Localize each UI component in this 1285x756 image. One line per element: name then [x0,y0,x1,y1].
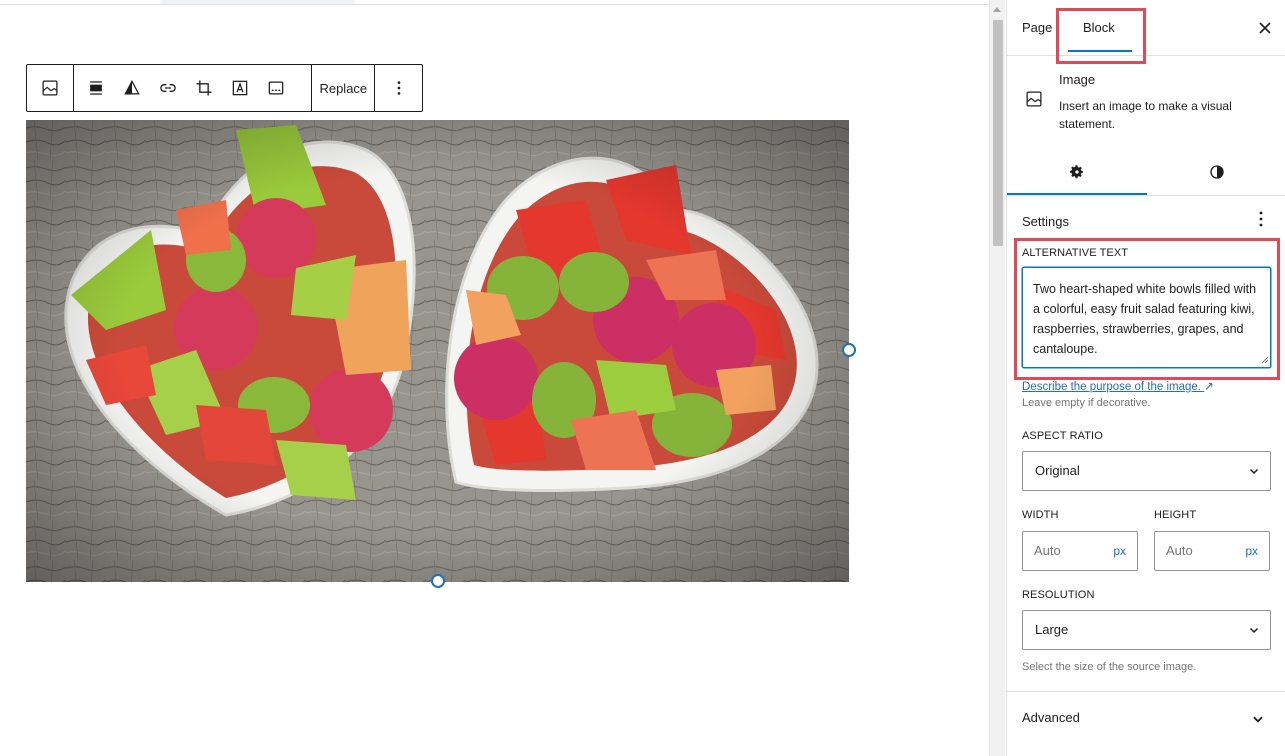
more-vertical-icon [1259,211,1263,227]
replace-button[interactable]: Replace [312,65,376,111]
external-link-icon: ↗ [1204,381,1214,393]
alt-text-label: ALTERNATIVE TEXT [1022,247,1129,259]
resize-grip-icon[interactable] [1261,356,1269,364]
replace-label: Replace [319,80,368,96]
gear-icon [1069,165,1083,179]
tab-styles[interactable] [1147,148,1285,196]
more-options-button[interactable] [375,65,422,111]
alt-text-textarea[interactable]: Two heart-shaped white bowls filled with… [1022,267,1271,368]
top-strip [0,0,989,5]
block-tab-highlight [1056,8,1146,64]
sidebar-tabs: Page Block [1007,0,1285,56]
close-icon [1259,22,1271,34]
text-overlay-icon[interactable] [222,65,258,111]
height-unit[interactable]: px [1245,532,1258,570]
height-placeholder: Auto [1166,543,1193,558]
settings-sidebar: Page Block Image Insert an image to make… [1006,0,1285,756]
block-card: Image Insert an image to make a visual s… [1007,57,1285,137]
contrast-icon [1210,165,1224,179]
chevron-down-icon [1249,468,1259,475]
resolution-help: Select the size of the source image. [1022,661,1197,673]
tab-settings[interactable] [1007,148,1147,196]
scroll-up-arrow-icon[interactable] [993,7,1001,12]
resolution-select[interactable]: Large [1022,610,1271,650]
block-description: Insert an image to make a visual stateme… [1059,99,1232,131]
settings-panel-title: Settings [1022,214,1069,229]
resize-handle-right[interactable] [842,343,856,357]
chevron-down-icon [1249,627,1259,634]
canvas-scrollbar[interactable] [989,0,1005,756]
block-title: Image [1059,72,1096,87]
height-input[interactable]: Auto px [1154,531,1270,571]
top-ghost-bar [160,0,355,4]
caption-icon[interactable] [258,65,294,111]
image-icon [1024,89,1044,114]
block-toolbar: Replace [26,64,423,112]
aspect-ratio-label: ASPECT RATIO [1022,430,1103,442]
resize-handle-bottom[interactable] [431,574,445,588]
aspect-ratio-value: Original [1035,463,1080,478]
crop-icon[interactable] [186,65,222,111]
advanced-panel-toggle[interactable]: Advanced [1022,710,1080,725]
toolbar-tools-group [74,65,313,111]
image-block-icon[interactable] [32,65,68,111]
advanced-divider [1007,691,1285,692]
resolution-label: RESOLUTION [1022,589,1095,601]
settings-tab-indicator [1007,193,1147,195]
close-sidebar-button[interactable] [1254,17,1276,39]
resolution-value: Large [1035,622,1069,637]
duotone-icon[interactable] [114,65,150,111]
scrollbar-thumb[interactable] [993,20,1003,246]
width-label: WIDTH [1022,509,1059,521]
fruit-bowls-image[interactable] [26,120,849,582]
alt-text-help: Leave empty if decorative. [1022,397,1151,409]
editor-canvas: Replace [0,0,989,756]
width-unit[interactable]: px [1113,532,1126,570]
height-label: HEIGHT [1154,509,1197,521]
alt-text-help-link[interactable]: Describe the purpose of the image. ↗ [1022,379,1214,393]
more-vertical-icon [397,81,401,95]
width-input[interactable]: Auto px [1022,531,1138,571]
width-placeholder: Auto [1034,543,1061,558]
aspect-ratio-select[interactable]: Original [1022,451,1271,491]
settings-style-tabs [1007,148,1285,196]
settings-options-button[interactable] [1253,210,1269,233]
align-icon[interactable] [78,65,114,111]
link-icon[interactable] [150,65,186,111]
help-link-text: Describe the purpose of the image. [1022,381,1201,393]
toolbar-block-type-group [27,65,74,111]
chevron-down-icon[interactable] [1251,712,1265,726]
tab-page[interactable]: Page [1022,0,1052,56]
